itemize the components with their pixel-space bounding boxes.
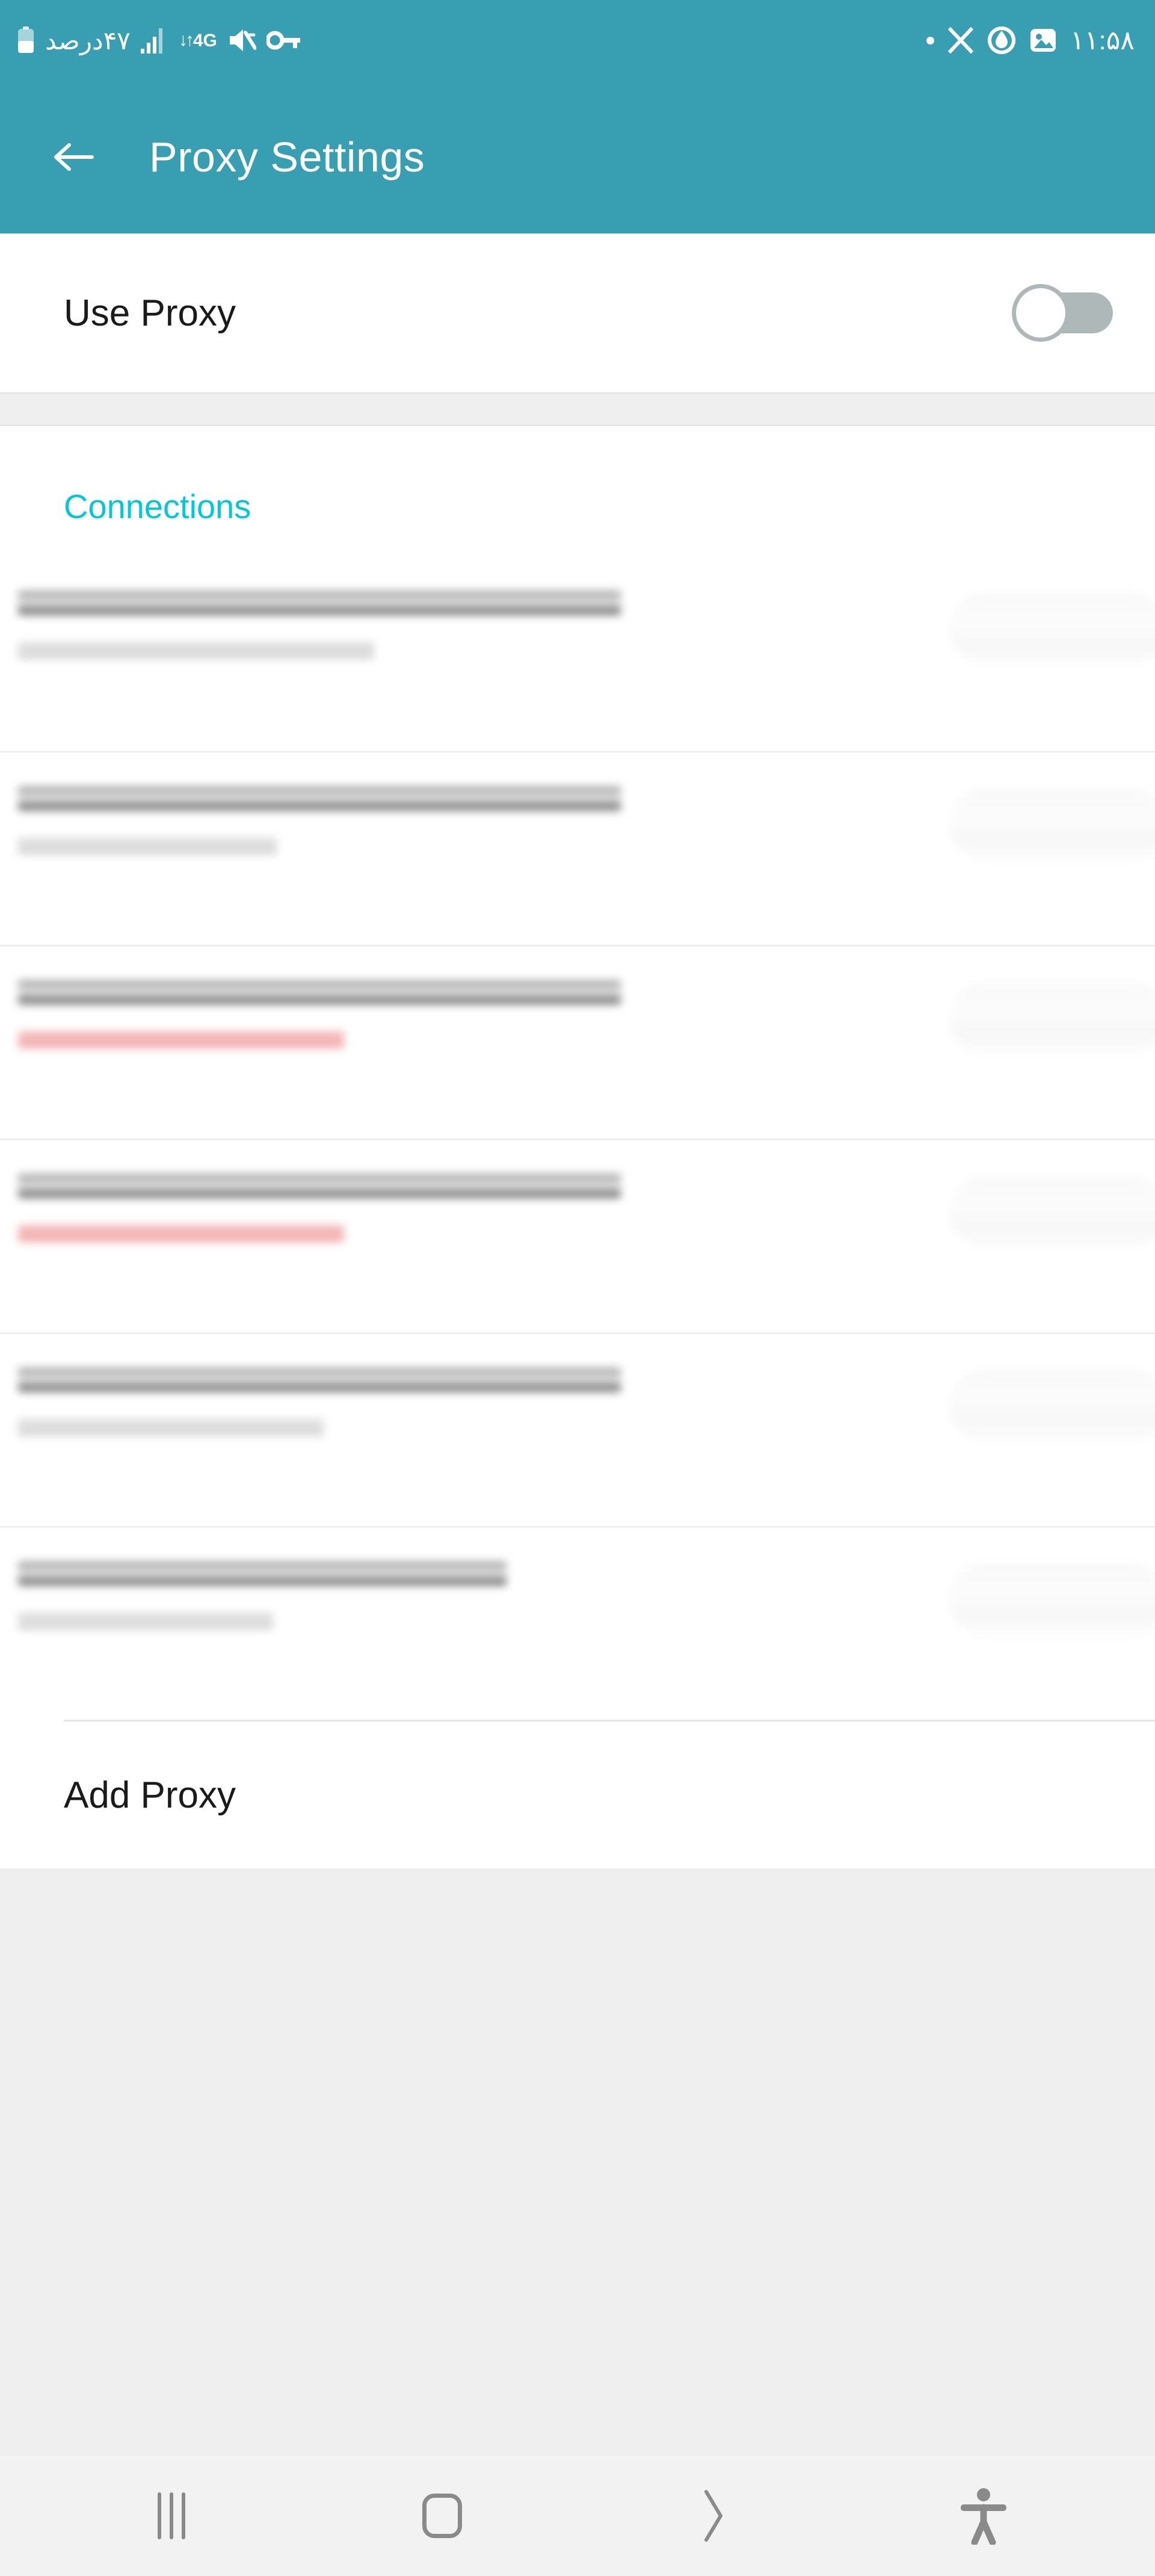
connection-status-chip-redacted[interactable]	[949, 593, 1155, 664]
connection-title-redacted	[18, 1367, 621, 1393]
use-proxy-label: Use Proxy	[64, 292, 236, 334]
network-type-label: 4G	[192, 30, 217, 51]
network-4g-icon: ↓↑ 4G	[178, 30, 217, 51]
home-icon[interactable]	[397, 2471, 487, 2561]
battery-percent-label: ۴۷درصد	[45, 26, 131, 55]
connections-list	[0, 524, 1155, 1720]
battery-icon	[17, 26, 35, 54]
signal-bars-icon	[140, 27, 168, 54]
connection-status-chip-redacted[interactable]	[949, 1564, 1155, 1635]
connection-item-texts	[18, 968, 621, 1049]
connection-list-item[interactable]	[0, 1332, 1155, 1526]
connection-title-redacted	[18, 590, 621, 616]
system-navigation-bar	[0, 2456, 1155, 2576]
connection-subtitle-redacted	[18, 641, 374, 659]
app-bar: Proxy Settings	[0, 81, 1155, 233]
connection-item-texts	[18, 1356, 621, 1436]
connection-item-texts	[18, 1162, 621, 1243]
connection-title-redacted	[18, 1173, 621, 1199]
settings-body: Use Proxy Connections Add Proxy	[0, 233, 1155, 2456]
connections-section-title: Connections	[0, 426, 1155, 524]
status-bar: ۴۷درصد ↓↑ 4G ۱۱:۵۸	[0, 0, 1155, 81]
connection-list-item[interactable]	[0, 1138, 1155, 1332]
proxy-settings-screen: ۴۷درصد ↓↑ 4G ۱۱:۵۸ Proxy Settings Use Pr…	[0, 0, 1155, 2576]
toggle-knob	[1012, 284, 1070, 342]
data-transfer-icon: ↓↑	[178, 30, 194, 51]
use-proxy-toggle[interactable]	[1012, 284, 1113, 342]
connection-title-redacted	[18, 785, 621, 812]
connection-status-chip-redacted[interactable]	[949, 983, 1155, 1054]
status-bar-right-group: ۱۱:۵۸	[926, 25, 1135, 56]
connection-status-chip-redacted[interactable]	[949, 789, 1155, 860]
add-proxy-row[interactable]: Add Proxy	[0, 1722, 1155, 1868]
back-chevron-icon[interactable]	[668, 2471, 758, 2561]
add-proxy-label: Add Proxy	[64, 1774, 236, 1816]
x-app-icon	[947, 27, 974, 54]
connection-title-redacted	[18, 979, 621, 1005]
vpn-key-icon	[266, 30, 301, 51]
connection-status-chip-redacted[interactable]	[949, 1176, 1155, 1247]
connection-error-subtitle-redacted	[18, 1031, 344, 1049]
connection-status-chip-redacted[interactable]	[949, 1370, 1155, 1441]
connection-error-subtitle-redacted	[18, 1225, 344, 1243]
connection-list-item[interactable]	[0, 1526, 1155, 1720]
connection-item-texts	[18, 774, 621, 855]
back-arrow-icon[interactable]	[51, 134, 97, 181]
accessibility-icon[interactable]	[938, 2471, 1029, 2561]
connection-list-item[interactable]	[0, 945, 1155, 1138]
power-drop-icon	[987, 26, 1016, 55]
connection-item-texts	[18, 1549, 507, 1630]
connection-title-redacted	[18, 1560, 507, 1587]
connection-list-item[interactable]	[0, 751, 1155, 945]
mute-icon	[227, 28, 256, 53]
section-spacer	[0, 392, 1155, 426]
connection-subtitle-redacted	[18, 1612, 273, 1630]
empty-area	[0, 1868, 1155, 2456]
connection-list-item[interactable]	[0, 557, 1155, 751]
use-proxy-row[interactable]: Use Proxy	[0, 233, 1155, 392]
use-proxy-card: Use Proxy	[0, 233, 1155, 392]
connections-card: Connections Add Proxy	[0, 426, 1155, 1868]
connection-item-texts	[18, 579, 621, 659]
page-title: Proxy Settings	[149, 134, 425, 181]
status-bar-left-group: ۴۷درصد ↓↑ 4G	[17, 26, 301, 55]
connection-subtitle-redacted	[18, 1418, 324, 1436]
dot-indicator-icon	[926, 36, 935, 45]
connection-subtitle-redacted	[18, 837, 277, 855]
recents-icon[interactable]	[126, 2471, 217, 2561]
gallery-icon	[1029, 26, 1057, 54]
status-bar-clock: ۱۱:۵۸	[1070, 25, 1135, 55]
